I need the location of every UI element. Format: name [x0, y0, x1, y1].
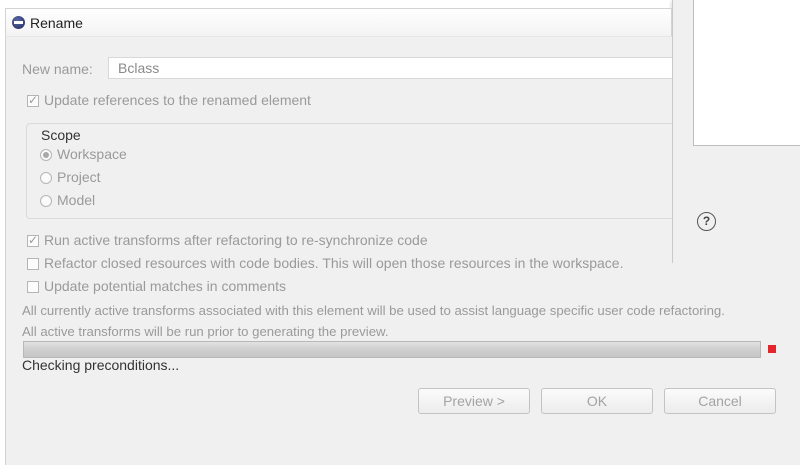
refactor-closed-checkbox[interactable] — [27, 258, 39, 270]
radio-project[interactable] — [40, 172, 52, 184]
scope-group — [26, 123, 678, 219]
radio-workspace[interactable] — [40, 149, 52, 161]
update-references-label: Update references to the renamed element — [44, 92, 311, 108]
update-references-checkbox[interactable] — [27, 93, 39, 107]
refactor-closed-label: Refactor closed resources with code bodi… — [44, 255, 624, 271]
run-transforms-checkbox[interactable] — [27, 233, 39, 247]
help-icon[interactable]: ? — [697, 212, 716, 231]
background-window-pane — [693, 0, 800, 146]
radio-model-label: Model — [57, 192, 96, 208]
radio-model[interactable] — [40, 195, 52, 207]
new-name-label: New name: — [22, 61, 93, 77]
cancel-button[interactable]: Cancel — [664, 388, 776, 414]
run-transforms-label: Run active transforms after refactoring … — [44, 232, 428, 248]
title-bar: Rename — [5, 8, 672, 36]
radio-workspace-label: Workspace — [57, 146, 127, 162]
stop-icon[interactable] — [768, 345, 776, 353]
ok-button[interactable]: OK — [541, 388, 653, 414]
dialog-title: Rename — [30, 15, 83, 31]
scope-label: Scope — [41, 127, 81, 143]
update-comments-label: Update potential matches in comments — [44, 278, 287, 294]
info-line-1: All currently active transforms associat… — [22, 303, 725, 318]
preview-button[interactable]: Preview > — [418, 388, 530, 414]
background-window: ? — [672, 0, 800, 264]
info-line-2: All active transforms will be run prior … — [22, 324, 389, 339]
status-text: Checking preconditions... — [22, 357, 180, 373]
progress-bar — [23, 341, 761, 358]
update-comments-checkbox[interactable] — [27, 281, 39, 293]
eclipse-icon — [12, 16, 25, 29]
radio-project-label: Project — [57, 169, 101, 185]
new-name-input[interactable]: Bclass — [108, 57, 678, 79]
